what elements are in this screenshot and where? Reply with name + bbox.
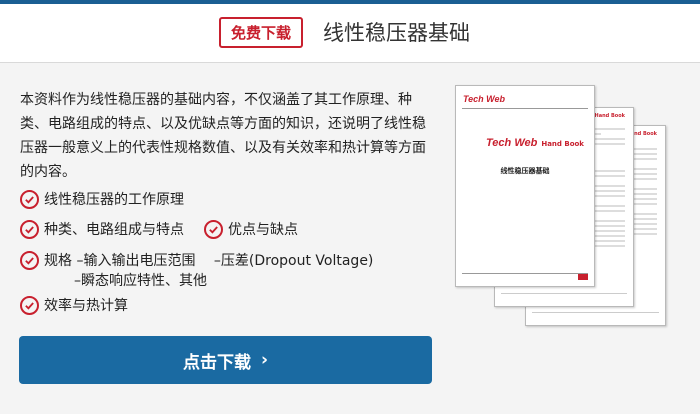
download-button-label: 点击下载 — [182, 352, 251, 373]
check-circle-icon — [204, 220, 223, 239]
feature-item-principle: 线性稳压器的工作原理 — [20, 190, 184, 210]
feature-label: 规格 –输入输出电压范围 –压差(Dropout Voltage) — [44, 253, 374, 269]
header: 免费下载 线性稳压器基础 — [0, 4, 700, 63]
publisher-logo — [578, 274, 588, 280]
document-title: 线性稳压器基础 — [500, 167, 550, 175]
feature-label: 效率与热计算 — [44, 298, 128, 314]
page-title: 线性稳压器基础 — [323, 21, 470, 45]
check-circle-icon — [20, 220, 39, 239]
feature-sublabel: –瞬态响应特性、其他 — [74, 273, 207, 289]
free-download-badge: 免费下载 — [219, 17, 303, 48]
techweb-handbook-logo: Tech Web Hand Book — [486, 137, 584, 149]
feature-label: 种类、电路组成与特点 — [44, 222, 184, 238]
description-text: 本资料作为线性稳压器的基础内容，不仅涵盖了其工作原理、种类、电路组成的特点、以及… — [20, 92, 426, 180]
document-cover: Tech Web Tech Web Hand Book 线性稳压器基础 — [455, 85, 595, 287]
handbook-label-small: Hand Book — [594, 113, 625, 119]
download-button[interactable]: 点击下载 › — [19, 336, 432, 384]
techweb-logo-small: Tech Web — [463, 94, 506, 104]
feature-item-specs: 规格 –输入输出电压范围 –压差(Dropout Voltage) –瞬态响应特… — [20, 251, 373, 291]
chevron-right-icon: › — [260, 350, 268, 370]
feature-label: 线性稳压器的工作原理 — [44, 192, 184, 208]
check-circle-icon — [20, 190, 39, 209]
feature-label: 优点与缺点 — [228, 222, 298, 238]
feature-item-types: 种类、电路组成与特点 — [20, 220, 184, 240]
feature-item-efficiency: 效率与热计算 — [20, 296, 128, 316]
feature-item-pros-cons: 优点与缺点 — [204, 220, 298, 240]
check-circle-icon — [20, 251, 39, 270]
check-circle-icon — [20, 296, 39, 315]
